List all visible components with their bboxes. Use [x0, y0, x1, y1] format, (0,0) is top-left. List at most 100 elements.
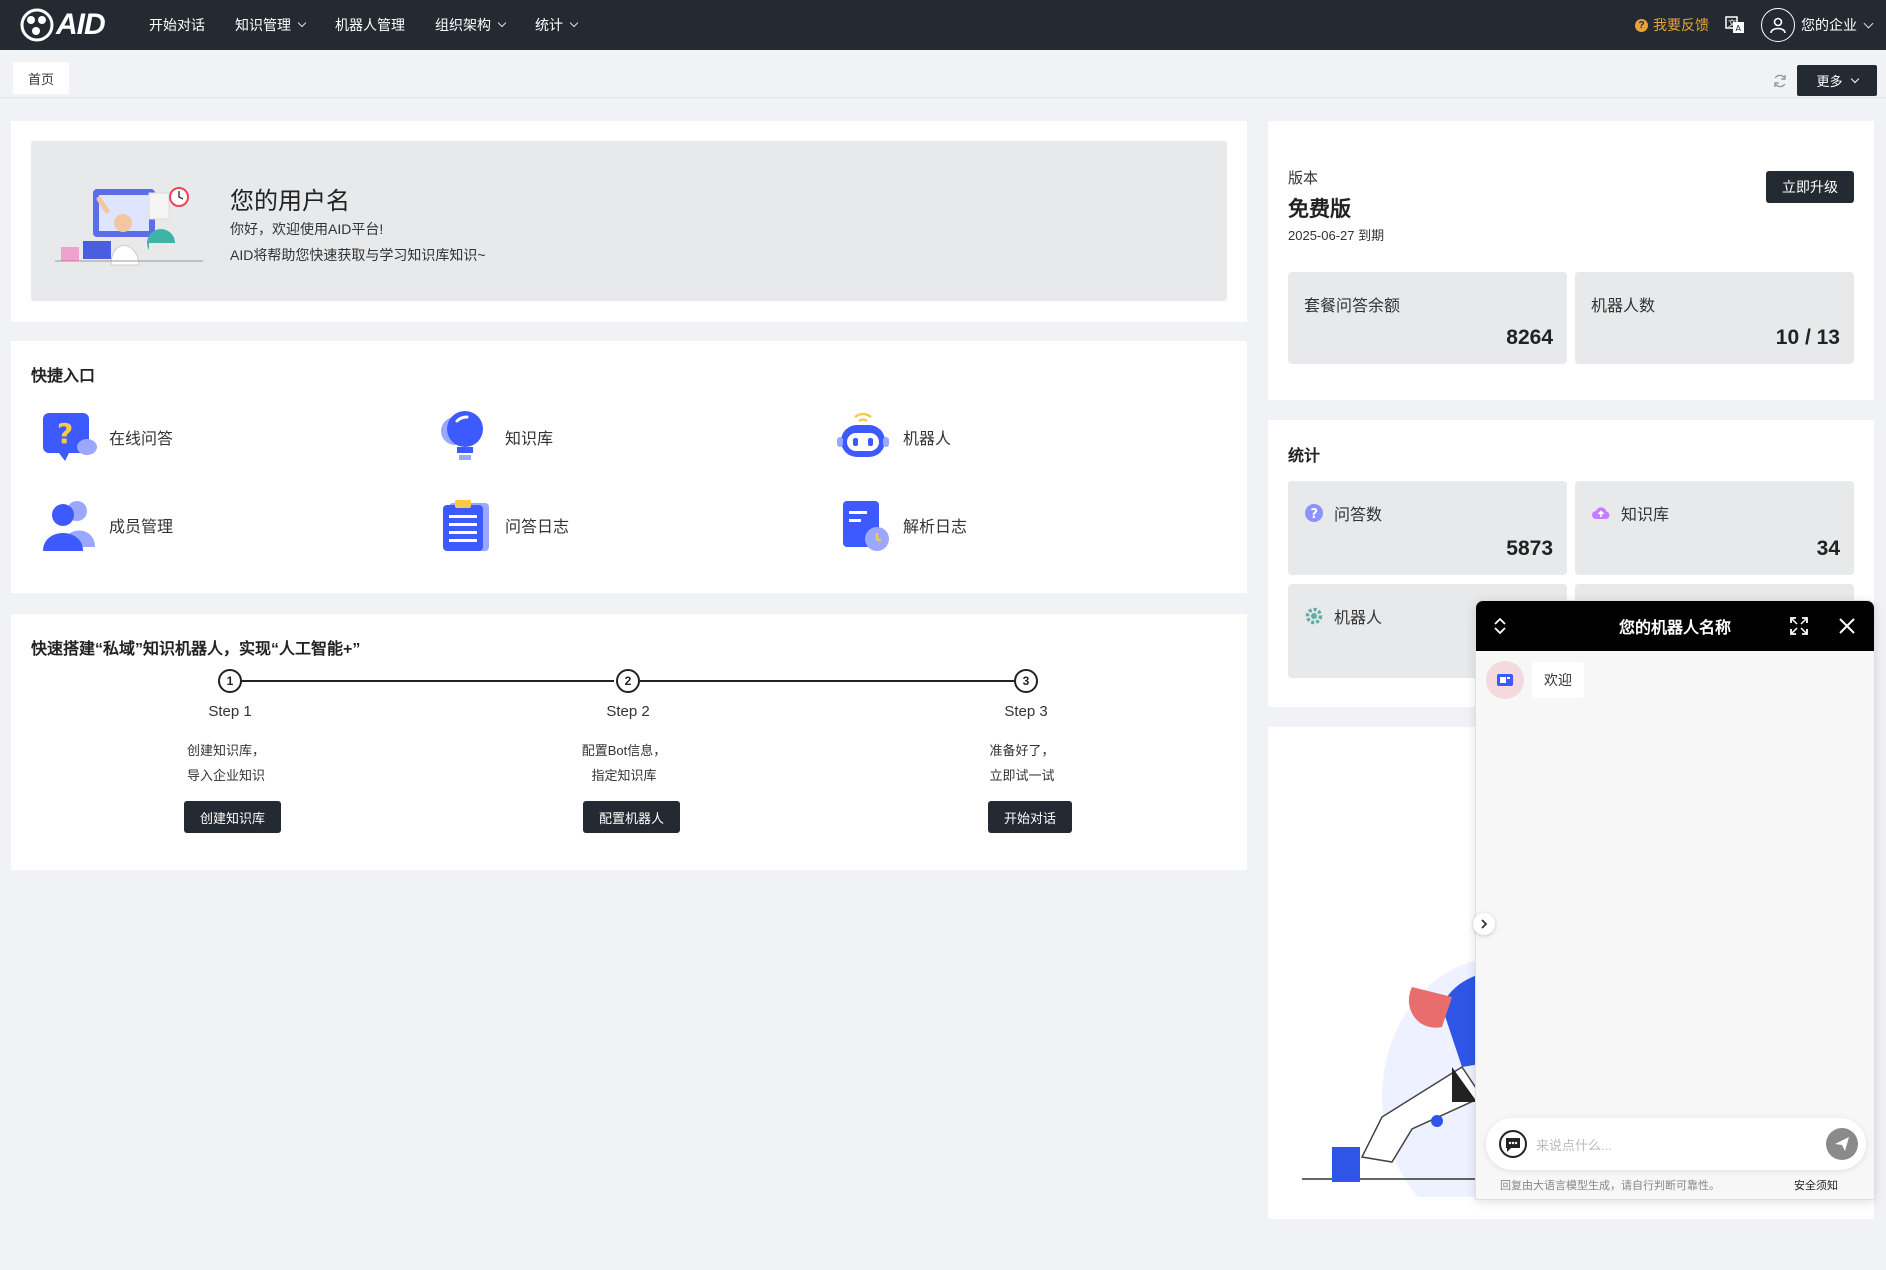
chat-title: 您的机器人名称	[1618, 620, 1731, 637]
quota-box: 套餐问答余额 8264	[1288, 272, 1567, 364]
more-button[interactable]: 更多	[1797, 65, 1877, 96]
version-expire: 2025-06-27 到期	[1288, 228, 1385, 243]
step-connector	[230, 680, 614, 682]
nav-item-stats[interactable]: 统计	[520, 15, 592, 35]
nav-item-org[interactable]: 组织架构	[420, 15, 520, 35]
bots-count-box: 机器人数 10 / 13	[1575, 272, 1854, 364]
entry-robot[interactable]: 机器人	[833, 409, 951, 465]
quick-entry-title: 快捷入口	[31, 368, 96, 385]
chat-widget: 您的机器人名称 欢迎 来说点什么... 回复由大语言模型生成，请自行判断可靠性。	[1475, 600, 1875, 1200]
translate-icon[interactable]: 文 A	[1725, 16, 1745, 34]
send-icon	[1835, 1137, 1849, 1151]
avatar	[1761, 8, 1795, 42]
welcome-username: 您的用户名	[230, 188, 350, 215]
tab-bar: 首页 更多	[0, 50, 1886, 98]
more-label: 更多	[1816, 74, 1843, 89]
welcome-greeting: 你好，欢迎使用AID平台!	[230, 221, 384, 237]
bot-avatar	[1486, 661, 1524, 699]
stats-title: 统计	[1288, 448, 1321, 465]
entry-label: 知识库	[505, 431, 554, 448]
welcome-banner: 您的用户名 你好，欢迎使用AID平台! AID将帮助您快速获取与学习知识库知识~	[31, 141, 1227, 301]
fullscreen-icon[interactable]	[1790, 617, 1808, 635]
step-number: 3	[1014, 669, 1038, 693]
entry-parse-log[interactable]: 解析日志	[833, 497, 967, 553]
upgrade-button[interactable]: 立即升级	[1766, 171, 1854, 203]
bots-count-value: 10 / 13	[1775, 326, 1840, 349]
questions-stat-label: ? 问答数	[1304, 501, 1382, 525]
entry-label: 成员管理	[109, 519, 174, 536]
step-connector	[628, 680, 1014, 682]
welcome-subtitle: AID将帮助您快速获取与学习知识库知识~	[230, 247, 486, 263]
nav-item-start-chat[interactable]: 开始对话	[134, 15, 220, 35]
create-knowledge-base-button[interactable]: 创建知识库	[184, 801, 282, 833]
quota-label: 套餐问答余额	[1304, 298, 1401, 315]
steps-title: 快速搭建“私域”知识机器人，实现“人工智能+”	[31, 641, 361, 658]
logo-mark-icon	[20, 8, 54, 42]
feedback-link[interactable]: ? 我要反馈	[1635, 15, 1709, 35]
user-name: 您的企业	[1801, 17, 1857, 33]
step-title: Step 2	[606, 703, 650, 720]
entry-members[interactable]: 成员管理	[39, 497, 173, 553]
entry-online-qa[interactable]: ? 在线问答	[39, 409, 173, 465]
step-number: 2	[616, 669, 640, 693]
quick-entry-card: 快捷入口 ? 在线问答 知识库 机器人 成员管理 问答日志 解析日志	[11, 341, 1247, 593]
cloud-upload-icon	[1592, 507, 1610, 519]
questions-stat-value: 5873	[1506, 537, 1553, 560]
question-icon: ?	[1635, 18, 1648, 32]
welcome-card: 您的用户名 你好，欢迎使用AID平台! AID将帮助您快速获取与学习知识库知识~	[11, 121, 1247, 322]
stat-label-text: 机器人	[1334, 610, 1383, 627]
question-bubble-icon: ?	[43, 413, 97, 461]
step-desc-line: 创建知识库，	[186, 743, 265, 758]
user-icon	[1770, 17, 1786, 34]
bot-avatar-icon	[1497, 674, 1513, 686]
document-log-icon	[843, 501, 889, 551]
start-chat-button[interactable]: 开始对话	[988, 801, 1073, 833]
entry-label: 机器人	[903, 431, 952, 448]
top-right-tools: ? 我要反馈 文 A 您的企业	[1635, 0, 1874, 50]
nav-item-label: 统计	[535, 17, 563, 33]
step-description: 准备好了， 立即试一试	[922, 738, 1122, 788]
chevron-down-icon	[1850, 74, 1859, 83]
robots-stat-label: 机器人	[1304, 604, 1382, 628]
svg-text:?: ?	[57, 417, 73, 450]
step-title: Step 1	[208, 703, 252, 720]
nav-item-label: 知识管理	[235, 17, 291, 33]
send-button[interactable]	[1826, 1128, 1858, 1160]
entry-qa-log[interactable]: 问答日志	[435, 497, 569, 553]
version-label: 版本	[1288, 170, 1319, 187]
feedback-label: 我要反馈	[1653, 17, 1709, 33]
user-menu[interactable]: 您的企业	[1761, 8, 1874, 42]
nav-item-label: 机器人管理	[335, 17, 405, 33]
entry-label: 在线问答	[109, 431, 174, 448]
bots-count-label: 机器人数	[1591, 298, 1656, 315]
tab-home[interactable]: 首页	[13, 62, 70, 94]
entry-label: 解析日志	[903, 519, 968, 536]
close-icon[interactable]	[1838, 617, 1856, 635]
chevron-down-icon	[1863, 18, 1874, 28]
quota-value: 8264	[1506, 326, 1553, 349]
safety-notice-link[interactable]: 安全须知	[1794, 1177, 1838, 1193]
logo[interactable]: AID	[20, 8, 120, 42]
nav-item-robots[interactable]: 机器人管理	[320, 15, 420, 35]
entry-knowledge-base[interactable]: 知识库	[435, 409, 553, 465]
step-desc-line: 准备好了，	[989, 743, 1055, 758]
expand-side-button[interactable]	[1473, 913, 1495, 935]
robot-icon	[837, 412, 889, 457]
nav-item-knowledge[interactable]: 知识管理	[220, 15, 320, 35]
chat-disclaimer: 回复由大语言模型生成，请自行判断可靠性。	[1500, 1180, 1720, 1192]
chat-input-bar: 来说点什么...	[1486, 1118, 1866, 1170]
nav-item-label: 组织架构	[435, 17, 491, 33]
chat-bubble-icon[interactable]	[1498, 1129, 1528, 1159]
chat-input-field[interactable]: 来说点什么...	[1536, 1135, 1612, 1154]
members-icon	[43, 501, 95, 551]
kb-stat-label: 知识库	[1591, 501, 1669, 525]
gear-icon	[1305, 607, 1323, 625]
chevron-down-icon	[497, 18, 507, 28]
kb-stat-box: 知识库 34	[1575, 481, 1854, 575]
refresh-icon[interactable]	[1772, 73, 1788, 89]
kb-stat-value: 34	[1816, 537, 1840, 560]
lightbulb-icon	[441, 411, 483, 460]
configure-robot-button[interactable]: 配置机器人	[583, 801, 681, 833]
step-description: 配置Bot信息， 指定知识库	[524, 738, 724, 788]
svg-text:?: ?	[1311, 507, 1319, 522]
